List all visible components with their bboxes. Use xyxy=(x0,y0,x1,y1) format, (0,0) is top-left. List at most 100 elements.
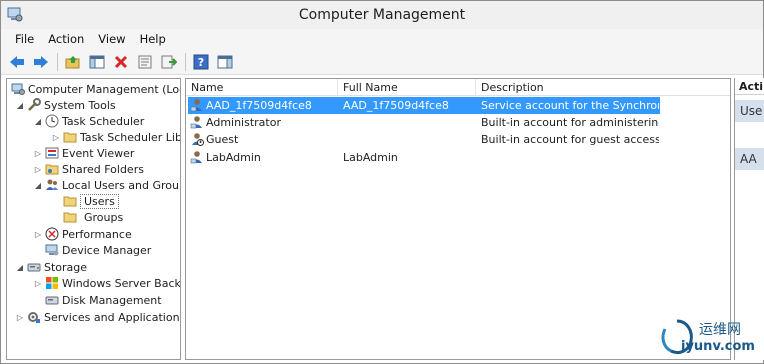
tree-item-label: Users xyxy=(80,193,119,209)
show-action-pane-icon xyxy=(217,55,233,68)
window-title: Computer Management xyxy=(298,7,466,23)
cell-full-name: LabAdmin xyxy=(343,151,398,164)
export-list-icon xyxy=(161,55,177,68)
table-row[interactable]: AAD_1f7509d4fce8 AAD_1f7509d4fce8 Servic… xyxy=(186,97,730,114)
user-icon xyxy=(190,150,204,164)
disk-icon xyxy=(45,293,59,307)
actions-section-selected-user[interactable]: AA xyxy=(735,148,764,170)
expand-arrow-icon[interactable]: ▷ xyxy=(33,278,43,288)
export-list-button[interactable] xyxy=(159,52,179,72)
cell-name: AAD_1f7509d4fce8 xyxy=(206,99,312,112)
up-folder-icon xyxy=(65,55,80,68)
title-bar: Computer Management xyxy=(1,1,763,29)
column-header-name[interactable]: Name xyxy=(186,79,338,96)
cell-description: Built-in account for guest access t... xyxy=(481,133,659,146)
watermark-cn-text: 运维网 xyxy=(699,322,741,338)
tree-item-users[interactable]: Users xyxy=(63,193,119,209)
shared-folders-icon xyxy=(45,162,59,176)
users-groups-icon xyxy=(45,178,59,192)
cell-name: LabAdmin xyxy=(206,151,261,164)
menu-view[interactable]: View xyxy=(91,29,132,49)
properties-icon xyxy=(138,55,152,68)
device-manager-icon xyxy=(45,243,59,257)
tree-item-label: Event Viewer xyxy=(62,146,135,160)
watermark: 运维网 iyunv.com xyxy=(655,315,763,361)
help-icon: ? xyxy=(193,54,209,69)
computer-management-icon xyxy=(11,82,25,96)
toolbar: ? xyxy=(1,49,763,75)
expand-arrow-icon[interactable]: ▷ xyxy=(33,164,43,174)
tree-item-label: System Tools xyxy=(44,98,116,112)
properties-button[interactable] xyxy=(135,52,155,72)
cell-description: Service account for the Synchroni... xyxy=(481,99,659,112)
cell-name: Administrator xyxy=(206,116,281,129)
expand-arrow-icon[interactable]: ▷ xyxy=(51,132,61,142)
tree-item-label: Device Manager xyxy=(62,243,152,257)
tree-item-label: Performance xyxy=(62,227,132,241)
tree-item-shared-folders[interactable]: ▷ Shared Folders xyxy=(33,161,144,177)
menu-file[interactable]: File xyxy=(8,29,41,49)
storage-icon xyxy=(27,260,41,274)
collapse-arrow-icon[interactable]: ◢ xyxy=(15,262,25,272)
folder-icon xyxy=(63,194,77,208)
user-icon xyxy=(190,115,204,129)
services-icon xyxy=(27,310,41,324)
cell-name: Guest xyxy=(206,133,239,146)
delete-icon xyxy=(114,55,128,68)
collapse-arrow-icon[interactable]: ◢ xyxy=(33,180,43,190)
computer-management-window: Computer Management File Action View Hel… xyxy=(0,0,764,364)
tree-item-disk-management[interactable]: Disk Management xyxy=(45,292,162,308)
collapse-arrow-icon[interactable]: ◢ xyxy=(15,100,25,110)
table-row[interactable]: Administrator Built-in account for admin… xyxy=(186,114,730,131)
expand-arrow-icon[interactable]: ▷ xyxy=(33,229,43,239)
tree-item-system-tools[interactable]: ◢ System Tools xyxy=(15,97,116,113)
tree-item-task-scheduler[interactable]: ◢ Task Scheduler xyxy=(33,113,144,129)
actions-header: Acti xyxy=(735,78,764,95)
show-hide-tree-icon xyxy=(89,55,105,68)
toolbar-separator xyxy=(185,52,186,71)
back-button[interactable] xyxy=(7,52,27,72)
tree-item-label: Task Scheduler xyxy=(62,114,145,128)
table-row[interactable]: Guest Built-in account for guest access … xyxy=(186,131,730,148)
tree-item-label: Services and Applications xyxy=(44,310,181,324)
expand-arrow-icon[interactable]: ▷ xyxy=(33,148,43,158)
column-header-description[interactable]: Description xyxy=(476,79,730,96)
up-one-level-button[interactable] xyxy=(63,52,83,72)
tree-item-windows-server-backup[interactable]: ▷ Windows Server Backup xyxy=(33,275,180,291)
delete-button[interactable] xyxy=(111,52,131,72)
tree-item-local-users-groups[interactable]: ◢ Local Users and Groups xyxy=(33,177,180,193)
help-button[interactable]: ? xyxy=(191,52,211,72)
actions-section-users[interactable]: Use xyxy=(735,100,764,122)
tree-item-event-viewer[interactable]: ▷ Event Viewer xyxy=(33,145,134,161)
forward-button[interactable] xyxy=(31,52,51,72)
backup-icon xyxy=(45,276,59,290)
tree-item-computer-management[interactable]: Computer Management (Local xyxy=(11,81,180,97)
tree-item-groups[interactable]: Groups xyxy=(63,209,123,225)
table-row[interactable]: LabAdmin LabAdmin xyxy=(186,149,730,166)
tree-item-storage[interactable]: ◢ Storage xyxy=(15,259,87,275)
tree-item-device-manager[interactable]: Device Manager xyxy=(45,242,151,258)
collapse-arrow-icon[interactable]: ◢ xyxy=(33,116,43,126)
column-header-full-name[interactable]: Full Name xyxy=(338,79,476,96)
event-viewer-icon xyxy=(45,146,59,160)
cell-description: Built-in account for administering... xyxy=(481,116,659,129)
tree-item-label: Shared Folders xyxy=(62,162,144,176)
users-list[interactable]: Name Full Name Description AAD_1f7509d4f… xyxy=(185,78,731,360)
menu-bar: File Action View Help xyxy=(1,29,763,49)
console-tree[interactable]: Computer Management (Local ◢ System Tool… xyxy=(6,78,181,360)
menu-help[interactable]: Help xyxy=(133,29,173,49)
back-icon xyxy=(10,55,24,68)
menu-action[interactable]: Action xyxy=(41,29,91,49)
expand-arrow-icon[interactable]: ▷ xyxy=(15,312,25,322)
show-hide-tree-button[interactable] xyxy=(87,52,107,72)
tree-item-label: Groups xyxy=(84,210,124,224)
folder-icon xyxy=(63,210,77,224)
tree-item-performance[interactable]: ▷ Performance xyxy=(33,226,132,242)
forward-icon xyxy=(34,55,48,68)
tree-item-services-applications[interactable]: ▷ Services and Applications xyxy=(15,309,181,325)
tree-item-task-scheduler-library[interactable]: ▷ Task Scheduler Libra xyxy=(51,129,180,145)
show-action-pane-button[interactable] xyxy=(215,52,235,72)
tree-item-label: Storage xyxy=(44,260,88,274)
clock-icon xyxy=(45,114,59,128)
user-icon xyxy=(190,98,204,112)
